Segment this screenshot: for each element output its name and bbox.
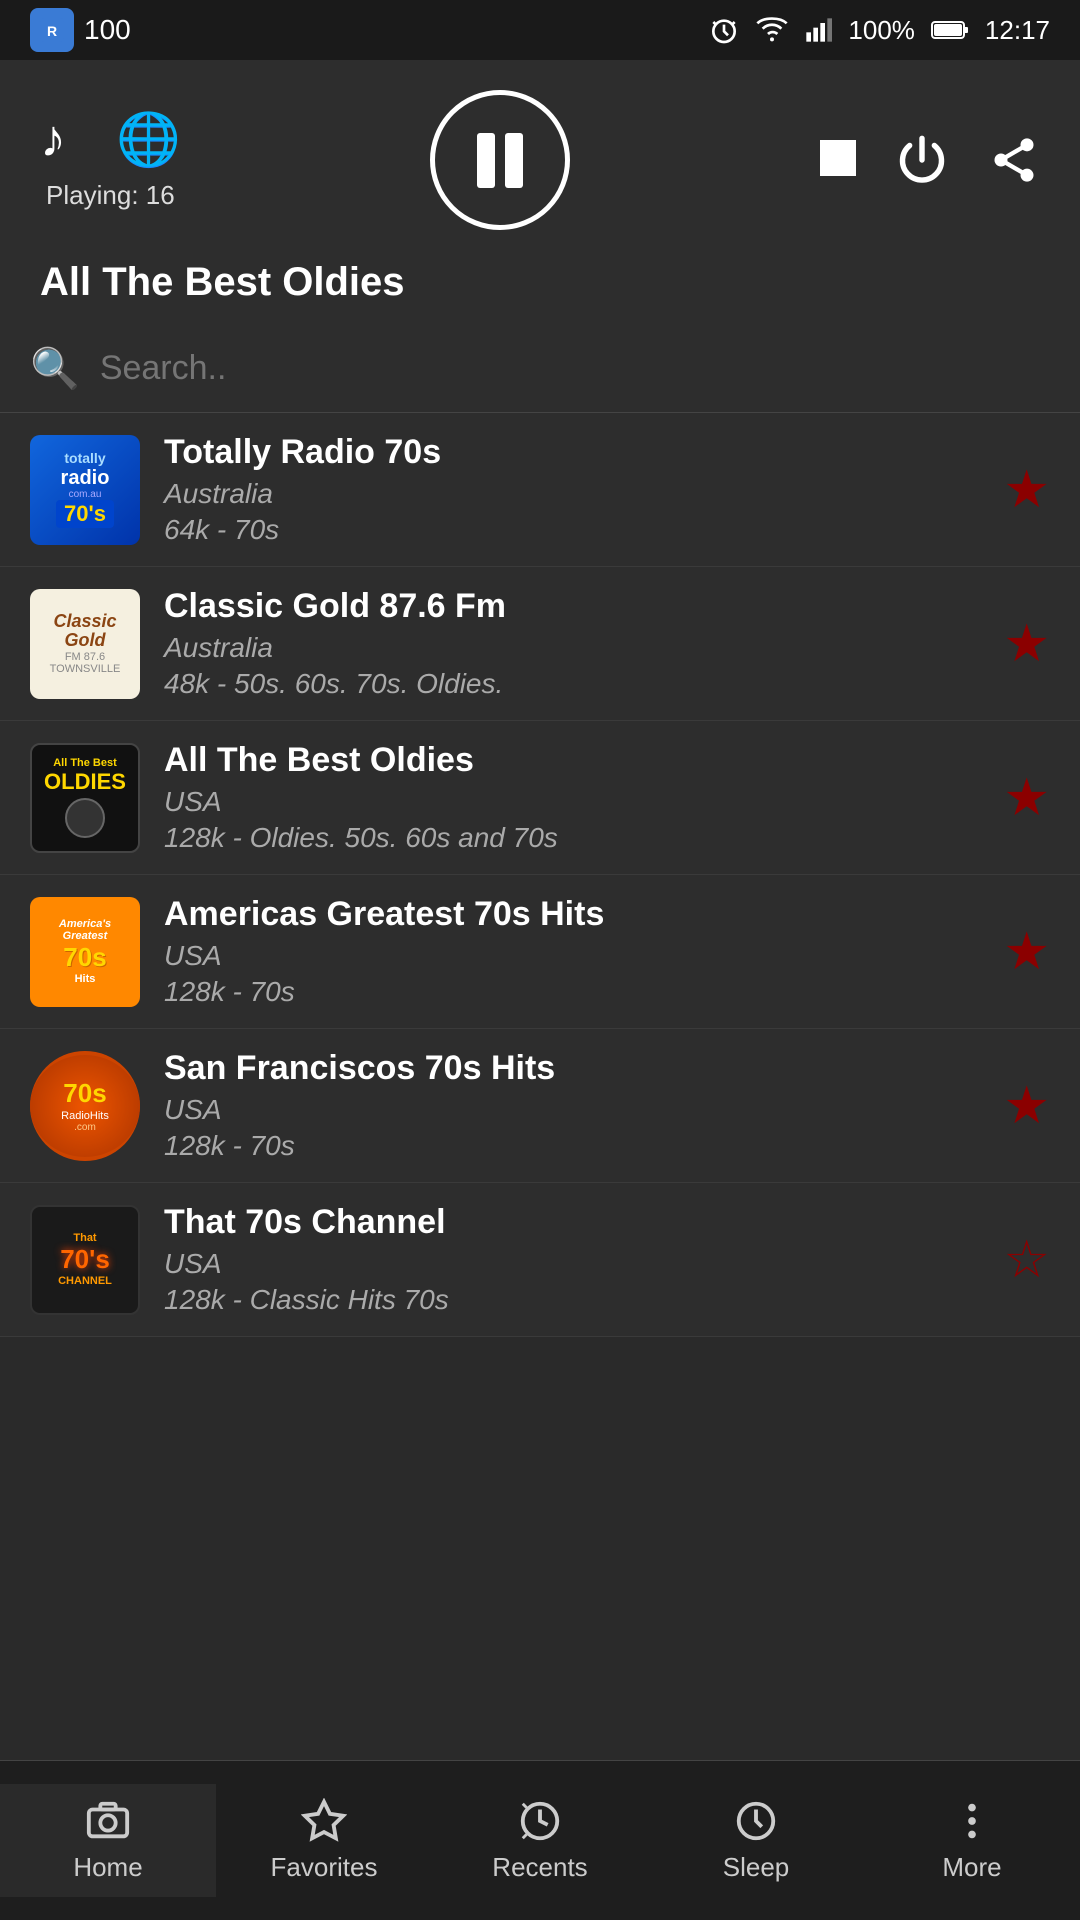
station-info-2: Classic Gold 87.6 Fm Australia 48k - 50s… (140, 587, 1003, 700)
station-bitrate-2: 48k - 50s. 60s. 70s. Oldies. (164, 668, 979, 700)
station-logo-5: 70s RadioHits .com (30, 1051, 140, 1161)
nav-more-label: More (942, 1852, 1001, 1883)
battery-level: 100% (848, 15, 915, 46)
station-star-5[interactable]: ★ (1003, 1076, 1050, 1136)
status-left: R 100 (30, 8, 131, 52)
share-button[interactable] (988, 134, 1040, 186)
nav-recents[interactable]: Recents (432, 1784, 648, 1897)
music-note-icon[interactable]: ♪ (40, 109, 66, 170)
svg-text:R: R (47, 23, 57, 39)
status-bar: R 100 100% 1 (0, 0, 1080, 60)
station-item[interactable]: Classic Gold FM 87.6 TOWNSVILLE Classic … (0, 567, 1080, 721)
station-info-1: Totally Radio 70s Australia 64k - 70s (140, 433, 1003, 546)
station-bitrate-3: 128k - Oldies. 50s. 60s and 70s (164, 822, 979, 854)
now-playing-title: All The Best Oldies (40, 260, 1040, 305)
station-country-6: USA (164, 1248, 979, 1280)
player-left-info: ♪ 🌐 Playing: 16 (40, 109, 181, 211)
station-country-3: USA (164, 786, 979, 818)
nav-recents-label: Recents (492, 1852, 587, 1883)
player-left-icons-row: ♪ 🌐 (40, 109, 181, 170)
status-right: 100% 12:17 (708, 14, 1050, 46)
station-name-6: That 70s Channel (164, 1203, 979, 1242)
globe-icon[interactable]: 🌐 (116, 109, 181, 170)
station-bitrate-4: 128k - 70s (164, 976, 979, 1008)
station-bitrate-6: 128k - Classic Hits 70s (164, 1284, 979, 1316)
station-name-3: All The Best Oldies (164, 741, 979, 780)
wifi-icon (756, 14, 788, 46)
nav-favorites[interactable]: Favorites (216, 1784, 432, 1897)
station-country-4: USA (164, 940, 979, 972)
station-country-2: Australia (164, 632, 979, 664)
pause-icon (477, 133, 523, 188)
station-info-3: All The Best Oldies USA 128k - Oldies. 5… (140, 741, 1003, 854)
station-bitrate-5: 128k - 70s (164, 1130, 979, 1162)
station-logo-4: America's Greatest 70s Hits (30, 897, 140, 1007)
station-name-4: Americas Greatest 70s Hits (164, 895, 979, 934)
station-star-2[interactable]: ★ (1003, 614, 1050, 674)
nav-home[interactable]: Home (0, 1784, 216, 1897)
sleep-clock-icon (733, 1798, 779, 1844)
player-header: ♪ 🌐 Playing: 16 (0, 60, 1080, 325)
station-star-4[interactable]: ★ (1003, 922, 1050, 982)
nav-sleep[interactable]: Sleep (648, 1784, 864, 1897)
station-item[interactable]: 70s RadioHits .com San Franciscos 70s Hi… (0, 1029, 1080, 1183)
station-info-5: San Franciscos 70s Hits USA 128k - 70s (140, 1049, 1003, 1162)
battery-icon (931, 19, 969, 41)
station-logo-3: All The Best OLDIES (30, 743, 140, 853)
station-logo-1: totally radio com.au 70's (30, 435, 140, 545)
nav-home-label: Home (73, 1852, 142, 1883)
nav-favorites-label: Favorites (271, 1852, 378, 1883)
player-right-icons (820, 134, 1040, 186)
playing-label: Playing: 16 (46, 180, 175, 211)
station-item[interactable]: totally radio com.au 70's Totally Radio … (0, 413, 1080, 567)
power-button[interactable] (896, 134, 948, 186)
recents-history-icon (517, 1798, 563, 1844)
station-item[interactable]: All The Best OLDIES All The Best Oldies … (0, 721, 1080, 875)
player-controls: ♪ 🌐 Playing: 16 (40, 90, 1040, 230)
more-dots-icon (949, 1798, 995, 1844)
home-camera-icon (85, 1798, 131, 1844)
station-country-1: Australia (164, 478, 979, 510)
station-info-6: That 70s Channel USA 128k - Classic Hits… (140, 1203, 1003, 1316)
station-country-5: USA (164, 1094, 979, 1126)
search-icon: 🔍 (30, 345, 80, 392)
station-logo-2: Classic Gold FM 87.6 TOWNSVILLE (30, 589, 140, 699)
station-bitrate-1: 64k - 70s (164, 514, 979, 546)
station-name-5: San Franciscos 70s Hits (164, 1049, 979, 1088)
app-icon: R (30, 8, 74, 52)
nav-sleep-label: Sleep (723, 1852, 790, 1883)
search-input[interactable] (100, 349, 1050, 388)
station-star-6[interactable]: ☆ (1003, 1230, 1050, 1290)
nav-more[interactable]: More (864, 1784, 1080, 1897)
bottom-nav: Home Favorites Recents Sleep More (0, 1760, 1080, 1920)
stop-button[interactable] (820, 140, 856, 181)
station-item[interactable]: America's Greatest 70s Hits Americas Gre… (0, 875, 1080, 1029)
favorites-star-icon (301, 1798, 347, 1844)
status-app-number: 100 (84, 14, 131, 46)
alarm-icon (708, 14, 740, 46)
station-logo-6: That 70's CHANNEL (30, 1205, 140, 1315)
station-name-1: Totally Radio 70s (164, 433, 979, 472)
station-name-2: Classic Gold 87.6 Fm (164, 587, 979, 626)
clock-time: 12:17 (985, 15, 1050, 46)
station-star-3[interactable]: ★ (1003, 768, 1050, 828)
signal-icon (804, 16, 832, 44)
station-list: totally radio com.au 70's Totally Radio … (0, 413, 1080, 1793)
station-info-4: Americas Greatest 70s Hits USA 128k - 70… (140, 895, 1003, 1008)
pause-button[interactable] (430, 90, 570, 230)
station-item[interactable]: That 70's CHANNEL That 70s Channel USA 1… (0, 1183, 1080, 1337)
search-bar: 🔍 (0, 325, 1080, 413)
station-star-1[interactable]: ★ (1003, 460, 1050, 520)
